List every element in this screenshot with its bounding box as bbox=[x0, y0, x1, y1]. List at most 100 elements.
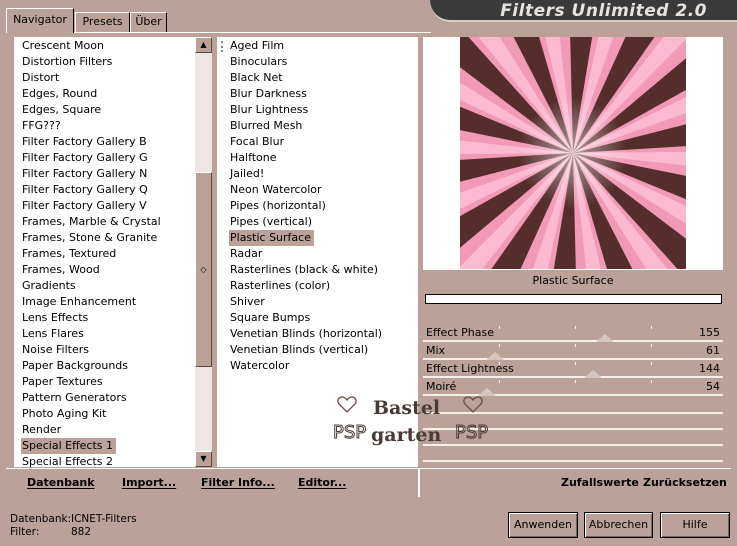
filter-item[interactable]: Shiver bbox=[229, 294, 268, 310]
tab-navigator[interactable]: Navigator bbox=[6, 8, 74, 33]
cancel-button[interactable]: Abbrechen bbox=[584, 512, 653, 538]
database-value: ICNET-Filters bbox=[71, 513, 137, 525]
preview-image bbox=[460, 37, 686, 269]
category-item[interactable]: Special Effects 1 bbox=[21, 438, 117, 454]
slider-tick bbox=[499, 326, 500, 329]
progress-bar bbox=[425, 294, 722, 304]
slider-tick bbox=[575, 344, 576, 347]
filter-item[interactable]: Watercolor bbox=[229, 358, 292, 374]
category-item[interactable]: Image Enhancement bbox=[21, 294, 139, 310]
bottom-toolbar: Datenbank Import... Filter Info... Edito… bbox=[6, 468, 731, 497]
category-item[interactable]: Filter Factory Gallery G bbox=[21, 150, 151, 166]
slider-tick bbox=[651, 380, 652, 383]
category-list[interactable]: Crescent Moon Distortion Filters Distort Ed… bbox=[14, 37, 195, 467]
category-item[interactable]: Gradients bbox=[21, 278, 79, 294]
category-scrollbar[interactable]: ▲ ◇ ▼ bbox=[195, 37, 212, 467]
empty-slider-slot bbox=[423, 460, 723, 462]
preview-filter-name: Plastic Surface bbox=[423, 270, 723, 292]
category-item[interactable]: Frames, Wood bbox=[21, 262, 103, 278]
slider-knob[interactable] bbox=[596, 334, 615, 342]
category-item[interactable]: Distort bbox=[21, 70, 62, 86]
random-values-button[interactable]: Zufallswerte bbox=[561, 476, 639, 489]
slider-tick bbox=[651, 344, 652, 347]
help-button[interactable]: Hilfe bbox=[660, 512, 730, 538]
filter-item[interactable]: Aged Film bbox=[229, 38, 287, 54]
parameter-label: Effect Phase bbox=[426, 326, 494, 339]
database-button[interactable]: Datenbank bbox=[27, 476, 95, 489]
category-item[interactable]: Distortion Filters bbox=[21, 54, 115, 70]
category-item[interactable]: Frames, Marble & Crystal bbox=[21, 214, 164, 230]
category-item[interactable]: Edges, Round bbox=[21, 86, 100, 102]
filter-item[interactable]: Square Bumps bbox=[229, 310, 313, 326]
parameter-value: 61 bbox=[706, 344, 720, 357]
filter-item[interactable]: Plastic Surface bbox=[229, 230, 314, 246]
filter-item[interactable]: Neon Watercolor bbox=[229, 182, 325, 198]
slider-tick bbox=[575, 362, 576, 365]
apply-button[interactable]: Anwenden bbox=[508, 512, 578, 538]
filter-item[interactable]: Radar bbox=[229, 246, 265, 262]
parameter-slider[interactable]: Effect Phase 155 bbox=[423, 324, 723, 342]
reset-button[interactable]: Zurücksetzen bbox=[643, 476, 727, 489]
filter-item[interactable]: Black Net bbox=[229, 70, 286, 86]
category-item[interactable]: Filter Factory Gallery B bbox=[21, 134, 150, 150]
filter-item[interactable]: Halftone bbox=[229, 150, 280, 166]
category-item[interactable]: FFG??? bbox=[21, 118, 64, 134]
category-item[interactable]: Frames, Textured bbox=[21, 246, 119, 262]
filter-item[interactable]: Binoculars bbox=[229, 54, 290, 70]
parameter-label: Mix bbox=[426, 344, 446, 357]
scroll-down-button[interactable]: ▼ bbox=[195, 451, 212, 467]
filter-item[interactable]: Focal Blur bbox=[229, 134, 287, 150]
database-label: Datenbank: bbox=[10, 513, 72, 525]
category-item[interactable]: Pattern Generators bbox=[21, 390, 130, 406]
category-item[interactable]: Filter Factory Gallery V bbox=[21, 198, 150, 214]
category-item[interactable]: Filter Factory Gallery Q bbox=[21, 182, 151, 198]
category-item[interactable]: Frames, Stone & Granite bbox=[21, 230, 160, 246]
parameter-slider[interactable]: Mix 61 bbox=[423, 342, 723, 360]
slider-tick bbox=[575, 326, 576, 329]
filter-item[interactable]: Pipes (horizontal) bbox=[229, 198, 329, 214]
category-item[interactable]: Lens Effects bbox=[21, 310, 91, 326]
tab-about[interactable]: Über bbox=[130, 12, 167, 32]
svg-text:garten: garten bbox=[371, 424, 441, 446]
scroll-up-button[interactable]: ▲ bbox=[195, 37, 212, 53]
slider-knob[interactable] bbox=[485, 352, 504, 360]
filter-info-button[interactable]: Filter Info... bbox=[201, 476, 275, 489]
svg-text:PSP: PSP bbox=[455, 422, 488, 443]
category-item[interactable]: Special Effects 2 bbox=[21, 454, 116, 467]
category-item[interactable]: Edges, Square bbox=[21, 102, 104, 118]
category-item[interactable]: Render bbox=[21, 422, 64, 438]
filter-item[interactable]: Jailed! bbox=[229, 166, 267, 182]
filter-item[interactable]: Pipes (vertical) bbox=[229, 214, 315, 230]
parameter-label: Effect Lightness bbox=[426, 362, 514, 375]
svg-text:PSP: PSP bbox=[333, 422, 366, 443]
slider-knob[interactable] bbox=[583, 370, 602, 378]
title-banner: Filters Unlimited 2.0 bbox=[430, 0, 737, 22]
category-item[interactable]: Paper Textures bbox=[21, 374, 106, 390]
category-item[interactable]: Lens Flares bbox=[21, 326, 87, 342]
toolbar-divider bbox=[418, 469, 420, 497]
category-item[interactable]: Noise Filters bbox=[21, 342, 92, 358]
parameter-slider[interactable]: Effect Lightness 144 bbox=[423, 360, 723, 378]
category-item[interactable]: Filter Factory Gallery N bbox=[21, 166, 150, 182]
filter-item[interactable]: Blur Darkness bbox=[229, 86, 310, 102]
filter-item[interactable]: Rasterlines (black & white) bbox=[229, 262, 381, 278]
filter-item[interactable]: Rasterlines (color) bbox=[229, 278, 333, 294]
editor-button[interactable]: Editor... bbox=[298, 476, 346, 489]
filter-item[interactable]: Venetian Blinds (vertical) bbox=[229, 342, 371, 358]
category-item[interactable]: Paper Backgrounds bbox=[21, 358, 131, 374]
filter-item[interactable]: Venetian Blinds (horizontal) bbox=[229, 326, 385, 342]
import-button[interactable]: Import... bbox=[122, 476, 176, 489]
slider-tick bbox=[499, 344, 500, 347]
slider-tick bbox=[651, 362, 652, 365]
watermark-logo: Bastel garten PSP PSP bbox=[333, 396, 489, 446]
preview-glow bbox=[460, 37, 686, 269]
category-item[interactable]: Photo Aging Kit bbox=[21, 406, 109, 422]
scroll-thumb[interactable]: ◇ bbox=[195, 172, 212, 367]
category-item[interactable]: Crescent Moon bbox=[21, 38, 107, 54]
slider-tick bbox=[499, 380, 500, 383]
slider-tick bbox=[575, 380, 576, 383]
filter-item[interactable]: Blur Lightness bbox=[229, 102, 311, 118]
tab-presets[interactable]: Presets bbox=[75, 12, 130, 32]
filter-item[interactable]: Blurred Mesh bbox=[229, 118, 305, 134]
svg-text:Bastel: Bastel bbox=[373, 397, 440, 419]
